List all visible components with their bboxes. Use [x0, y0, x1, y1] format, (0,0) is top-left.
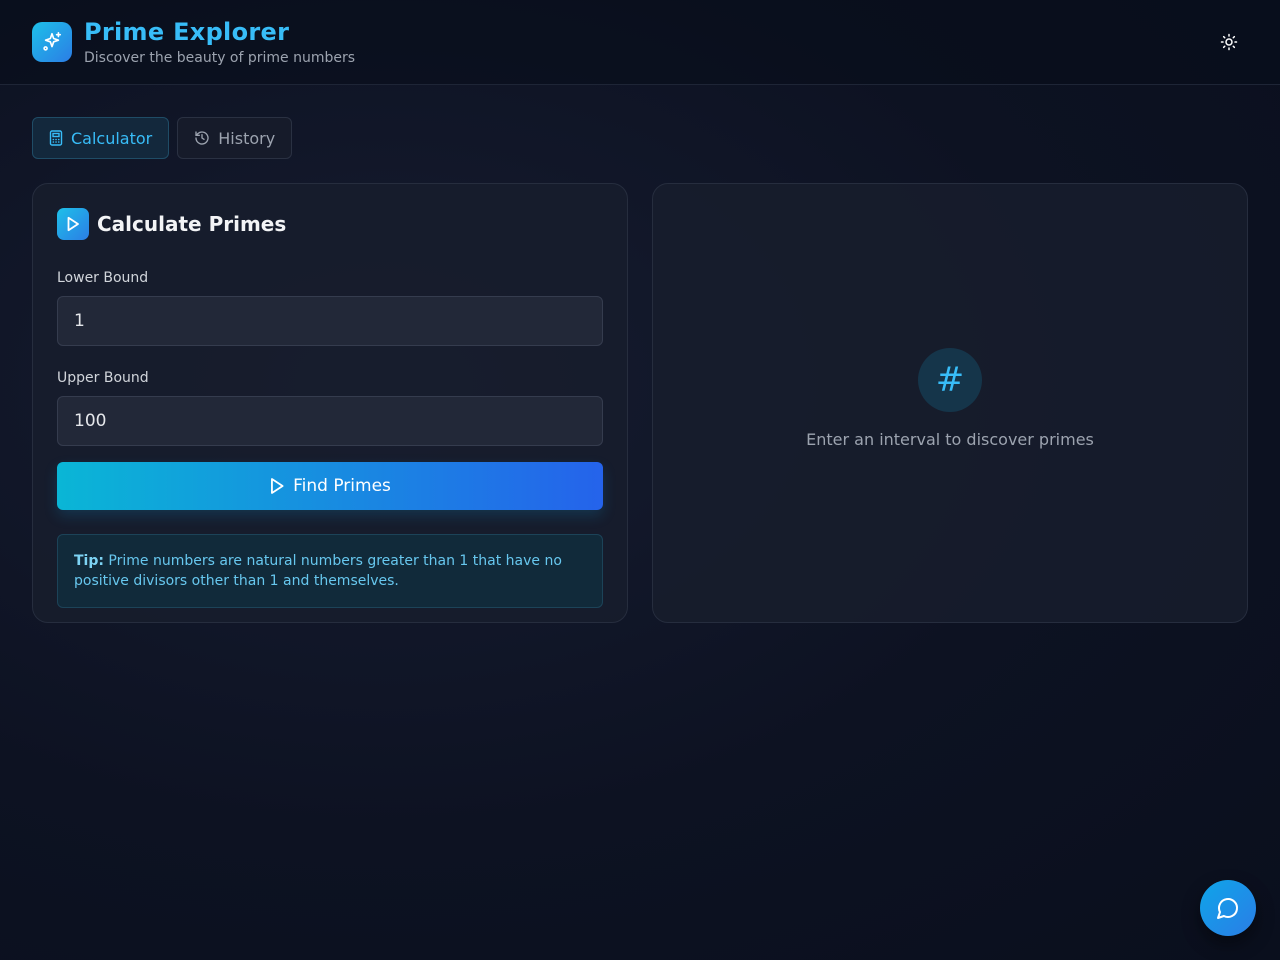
app-subtitle: Discover the beauty of prime numbers	[84, 50, 356, 66]
sun-icon[interactable]	[1218, 31, 1240, 53]
calculator-header: Calculate Primes	[57, 208, 603, 240]
play-icon	[57, 208, 89, 240]
hash-icon: #	[918, 347, 982, 412]
sparkles-icon	[32, 22, 72, 62]
message-circle-icon	[1217, 898, 1238, 919]
tip-text: Prime numbers are natural numbers greate…	[74, 553, 562, 589]
tip-box: Tip: Prime numbers are natural numbers g…	[57, 534, 603, 608]
lower-bound-input[interactable]	[57, 296, 603, 346]
tab-calculator[interactable]: Calculator	[32, 117, 170, 159]
lower-bound-label: Lower Bound	[57, 270, 149, 286]
app-header: Prime Explorer Discover the beauty of pr…	[0, 0, 1280, 85]
calculator-card: Calculate Primes Lower Bound Upper Bound…	[32, 183, 628, 623]
find-primes-label: Find Primes	[293, 476, 391, 496]
results-card: # Enter an interval to discover primes	[652, 183, 1248, 623]
play-icon	[271, 478, 284, 494]
tab-history-label: History	[218, 128, 276, 148]
brand: Prime Explorer Discover the beauty of pr…	[84, 18, 355, 66]
find-primes-button[interactable]: Find Primes	[57, 462, 603, 510]
empty-state-text: Enter an interval to discover primes	[806, 429, 1094, 449]
calculator-icon	[49, 130, 63, 146]
app-title: Prime Explorer	[84, 18, 290, 46]
tab-calculator-label: Calculator	[71, 128, 153, 148]
calculator-title: Calculate Primes	[97, 212, 287, 236]
tip-prefix: Tip:	[74, 553, 104, 569]
tab-history[interactable]: History	[177, 117, 293, 159]
history-icon	[195, 131, 209, 145]
chat-button[interactable]	[1200, 880, 1256, 936]
hash-symbol: #	[935, 359, 965, 400]
tab-bar: Calculator History	[32, 117, 293, 159]
upper-bound-label: Upper Bound	[57, 370, 149, 386]
upper-bound-input[interactable]	[57, 396, 603, 446]
